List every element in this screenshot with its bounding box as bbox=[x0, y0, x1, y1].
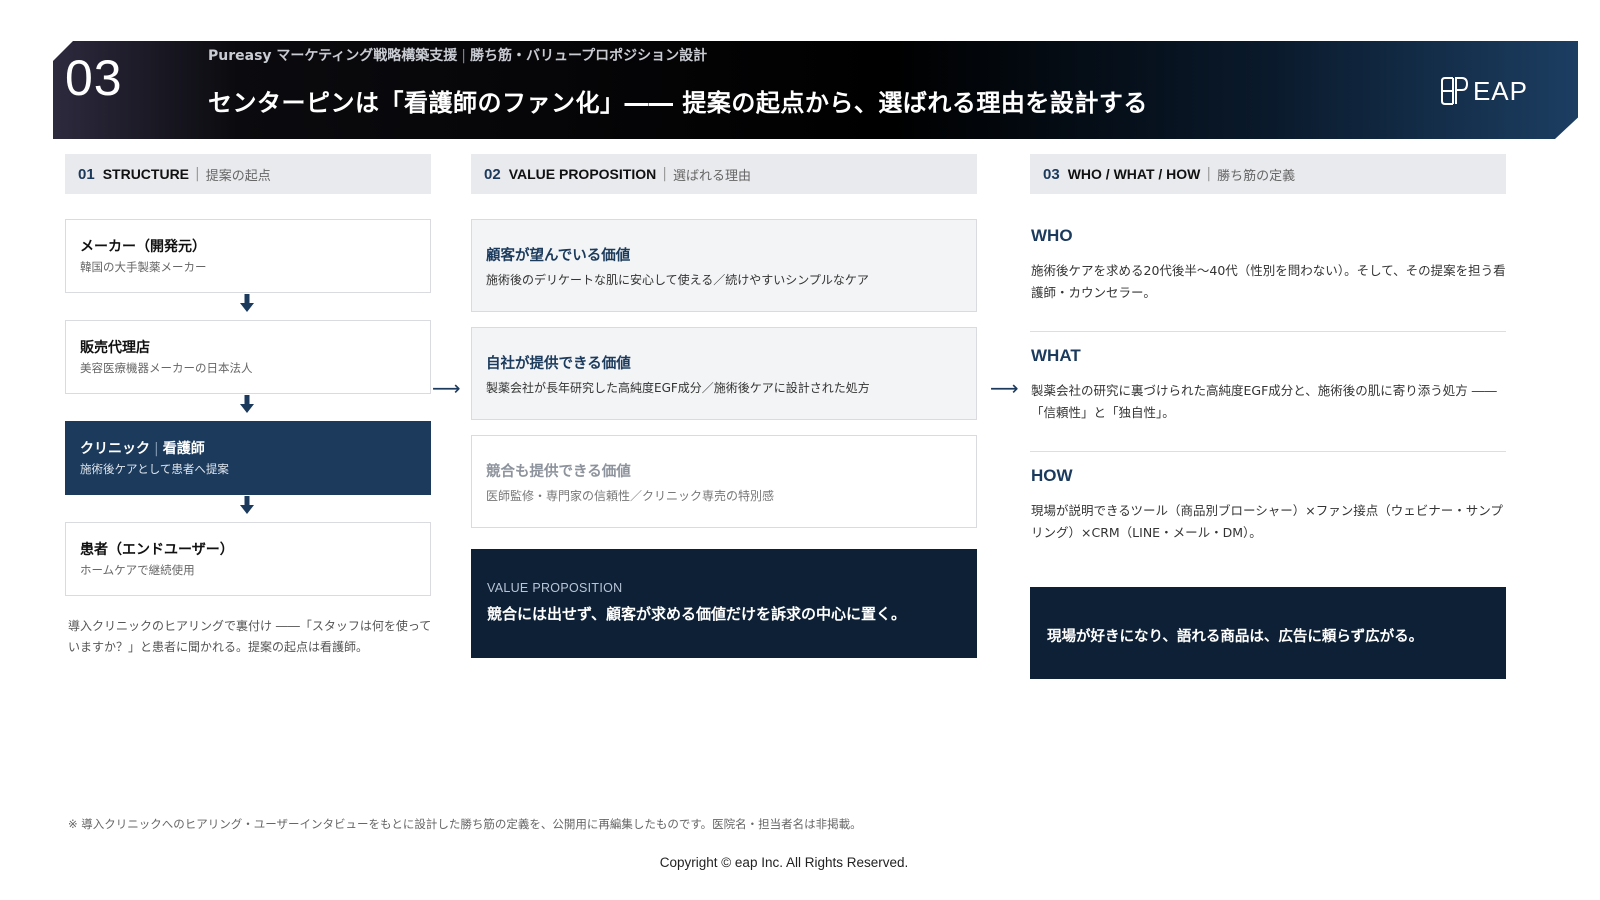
section-title-jp: 選ばれる理由 bbox=[672, 168, 751, 184]
value-title: 自社が提供できる価値 bbox=[486, 356, 631, 372]
eap-logo: EAP bbox=[1439, 75, 1528, 107]
structure-note: 導入クリニックのヒアリングで裏付け ――「スタッフは何を使っていますか？」と患者… bbox=[68, 619, 432, 654]
header-subtitle: Pureasy マーケティング戦略構築支援 | 勝ち筋・バリュープロポジション設計 bbox=[208, 45, 707, 65]
summary-label: VALUE PROPOSITION bbox=[487, 581, 623, 595]
section-divider: | bbox=[662, 166, 667, 182]
flow-step-title: クリニック | 看護師 bbox=[80, 438, 416, 458]
section-number: 03 bbox=[1043, 165, 1060, 183]
flow-step-sub: ホームケアで継続使用 bbox=[80, 563, 195, 577]
divider bbox=[1030, 331, 1506, 332]
flow-step-sub: 美容医療機器メーカーの日本法人 bbox=[80, 361, 253, 375]
flow-step-title: メーカー（開発元） bbox=[80, 239, 206, 255]
flow-step-distributor: 販売代理店 美容医療機器メーカーの日本法人 bbox=[65, 320, 431, 394]
flow-step-title-divider: | bbox=[154, 441, 159, 457]
logo-text: EAP bbox=[1472, 75, 1528, 106]
section-divider: | bbox=[195, 166, 200, 182]
value-customer-desired: 顧客が望んでいる価値 施術後のデリケートな肌に安心して使える／続けやすいシンプル… bbox=[471, 219, 977, 312]
value-proposition-summary: VALUE PROPOSITION 競合には出せず、顧客が求める価値だけを訴求の… bbox=[471, 549, 977, 658]
header-subtitle-right: 勝ち筋・バリュープロポジション設計 bbox=[470, 48, 708, 64]
slide-header: 03 Pureasy マーケティング戦略構築支援 | 勝ち筋・バリュープロポジション… bbox=[53, 41, 1578, 139]
value-sub: 製薬会社が長年研究した高純度EGF成分／施術後ケアに設計された処方 bbox=[486, 381, 870, 395]
value-sub: 医師監修・専門家の信頼性／クリニック専売の特別感 bbox=[486, 489, 775, 503]
who-body: 施術後ケアを求める20代後半〜40代（性別を問わない）。そして、その提案を担う看… bbox=[1031, 263, 1506, 300]
section-title-en: VALUE PROPOSITION bbox=[508, 166, 657, 182]
flow-step-patient: 患者（エンドユーザー） ホームケアで継続使用 bbox=[65, 522, 431, 596]
arrow-right-icon: ⟶ bbox=[990, 376, 1019, 400]
section-header-structure: 01 STRUCTURE | 提案の起点 bbox=[65, 154, 431, 194]
flow-step-title-clinic: クリニック bbox=[80, 441, 150, 457]
who-heading: WHO bbox=[1031, 226, 1073, 245]
arrow-right-icon: ⟶ bbox=[432, 376, 461, 400]
arrow-down-icon bbox=[240, 294, 254, 312]
section-divider: | bbox=[1206, 166, 1212, 182]
page-title: センターピンは「看護師のファン化」―― 提案の起点から、選ばれる理由を設計する bbox=[208, 89, 1148, 117]
how-body: 現場が説明できるツール（商品別ブローシャー）×ファン接点（ウェビナー・サンプリン… bbox=[1031, 503, 1503, 540]
what-body: 製薬会社の研究に裏づけられた高純度EGF成分と、施術後の肌に寄り添う処方 ――「… bbox=[1031, 383, 1497, 420]
value-title: 競合も提供できる価値 bbox=[486, 464, 631, 480]
flow-step-title-nurse: 看護師 bbox=[162, 441, 205, 457]
flow-step-title: 患者（エンドユーザー） bbox=[80, 542, 234, 558]
section-title-jp: 提案の起点 bbox=[205, 168, 271, 184]
arrow-down-icon bbox=[240, 496, 254, 514]
section-header-value-proposition: 02 VALUE PROPOSITION | 選ばれる理由 bbox=[471, 154, 977, 194]
section-title-en: STRUCTURE bbox=[102, 166, 190, 182]
section-header-who-what-how: 03 WHO / WHAT / HOW | 勝ち筋の定義 bbox=[1030, 154, 1506, 194]
flow-step-clinic-nurse: クリニック | 看護師 施術後ケアとして患者へ提案 bbox=[65, 421, 431, 495]
value-title: 顧客が望んでいる価値 bbox=[486, 248, 631, 264]
value-competitor-offers: 競合も提供できる価値 医師監修・専門家の信頼性／クリニック専売の特別感 bbox=[471, 435, 977, 528]
section-title-en: WHO / WHAT / HOW bbox=[1067, 166, 1201, 182]
section-number: 01 bbox=[78, 165, 95, 183]
what-block: WHAT 製薬会社の研究に裏づけられた高純度EGF成分と、施術後の肌に寄り添う処… bbox=[1031, 346, 1506, 424]
flow-step-sub: 施術後ケアとして患者へ提案 bbox=[80, 462, 229, 476]
section-title-jp: 勝ち筋の定義 bbox=[1217, 168, 1296, 184]
how-heading: HOW bbox=[1031, 466, 1073, 485]
how-block: HOW 現場が説明できるツール（商品別ブローシャー）×ファン接点（ウェビナー・サ… bbox=[1031, 466, 1506, 544]
slide-number: 03 bbox=[65, 50, 123, 106]
eap-logo-icon bbox=[1440, 77, 1468, 105]
value-company-offers: 自社が提供できる価値 製薬会社が長年研究した高純度EGF成分／施術後ケアに設計さ… bbox=[471, 327, 977, 420]
header-subtitle-left: Pureasy マーケティング戦略構築支援 bbox=[208, 48, 458, 64]
who-block: WHO 施術後ケアを求める20代後半〜40代（性別を問わない）。そして、その提案… bbox=[1031, 226, 1506, 304]
who-what-how-summary: 現場が好きになり、語れる商品は、広告に頼らず広がる。 bbox=[1030, 587, 1506, 679]
what-heading: WHAT bbox=[1031, 346, 1081, 365]
divider bbox=[1030, 451, 1506, 452]
copyright: Copyright © eap Inc. All Rights Reserved… bbox=[659, 855, 909, 870]
flow-step-sub: 韓国の大手製薬メーカー bbox=[80, 260, 207, 274]
flow-step-manufacturer: メーカー（開発元） 韓国の大手製薬メーカー bbox=[65, 219, 431, 293]
footnote: ※ 導入クリニックへのヒアリング・ユーザーインタビューをもとに設計した勝ち筋の定… bbox=[68, 817, 862, 831]
flow-step-title: 販売代理店 bbox=[80, 340, 150, 356]
section-number: 02 bbox=[484, 165, 501, 183]
header-subtitle-divider: | bbox=[461, 48, 467, 64]
arrow-down-icon bbox=[240, 395, 254, 413]
summary-message: 競合には出せず、顧客が求める価値だけを訴求の中心に置く。 bbox=[487, 605, 906, 623]
value-sub: 施術後のデリケートな肌に安心して使える／続けやすいシンプルなケア bbox=[486, 273, 869, 287]
